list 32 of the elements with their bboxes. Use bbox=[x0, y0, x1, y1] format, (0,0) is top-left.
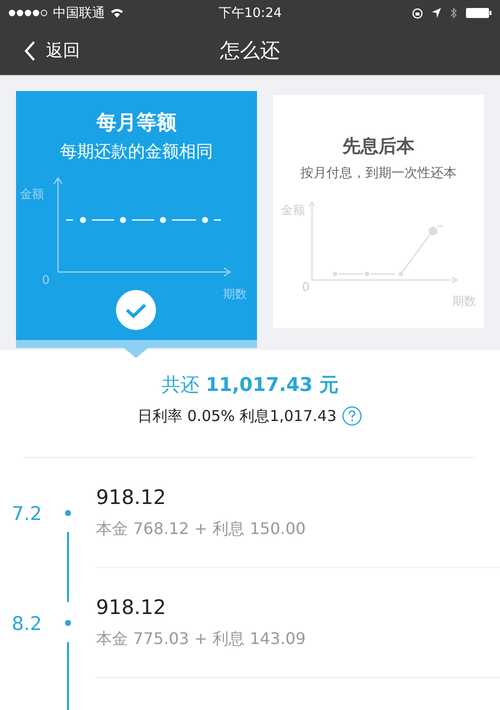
chevron-left-icon bbox=[24, 40, 36, 60]
status-time: 下午10:24 bbox=[218, 5, 282, 22]
battery-icon bbox=[466, 8, 492, 18]
installment-amount: 918.12 bbox=[96, 595, 167, 619]
wifi-icon bbox=[110, 8, 124, 18]
carrier-name: 中国联通 bbox=[53, 5, 105, 22]
signal-icon bbox=[8, 9, 48, 17]
plan-subtitle: 每期还款的金额相同 bbox=[60, 141, 213, 163]
axis-label: 期数 bbox=[223, 287, 247, 301]
plan-subtitle: 按月付息，到期一次性还本 bbox=[300, 165, 456, 182]
due-date: 8.2 bbox=[10, 613, 43, 635]
interest-detail: 日利率 0.05% 利息1,017.43 bbox=[138, 406, 336, 426]
location-arrow-icon bbox=[432, 8, 441, 18]
timeline-line bbox=[67, 532, 69, 602]
principal-interest: 本金 768.12 + 利息 150.00 bbox=[96, 519, 307, 540]
due-date: 7.2 bbox=[10, 503, 43, 525]
timeline-line bbox=[67, 642, 69, 710]
timeline-dot bbox=[65, 510, 71, 516]
plan-title: 每月等额 bbox=[96, 109, 176, 136]
back-button[interactable]: 返回 bbox=[0, 39, 80, 62]
axis-label: 0 bbox=[42, 273, 50, 287]
timeline-dot bbox=[65, 620, 71, 626]
total-repayment: 共还 11,017.43 元 bbox=[162, 373, 338, 398]
plan-title: 先息后本 bbox=[342, 135, 414, 158]
installment-amount: 918.12 bbox=[96, 485, 167, 509]
help-icon[interactable] bbox=[342, 406, 362, 426]
checkmark-icon bbox=[115, 289, 157, 331]
principal-interest: 本金 775.03 + 利息 143.09 bbox=[96, 629, 307, 650]
bluetooth-icon bbox=[450, 7, 457, 19]
rotation-lock-icon bbox=[412, 8, 423, 18]
axis-label: 金额 bbox=[20, 187, 44, 201]
page-title: 怎么还 bbox=[220, 37, 280, 64]
